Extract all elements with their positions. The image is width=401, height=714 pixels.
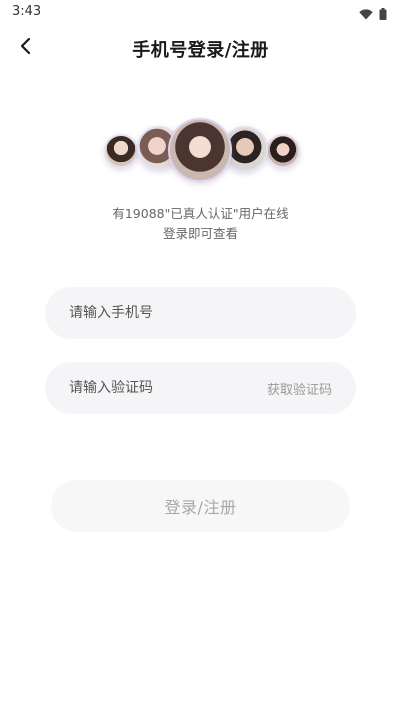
avatar bbox=[104, 134, 138, 168]
status-bar: 3:43 bbox=[0, 0, 401, 24]
online-users-count-text: 有19088"已真人认证"用户在线 bbox=[112, 206, 289, 221]
avatar bbox=[168, 118, 232, 182]
get-code-button[interactable]: 获取验证码 bbox=[267, 379, 332, 398]
status-icons bbox=[359, 5, 387, 24]
verification-code-input[interactable] bbox=[69, 380, 259, 396]
login-register-button[interactable]: 登录/注册 bbox=[51, 480, 350, 532]
login-screen: 3:43 手机号登录/注册 有19088"已真人认证"用户在线 登录即可查看 请… bbox=[0, 0, 401, 714]
wifi-icon bbox=[359, 5, 373, 24]
phone-input[interactable] bbox=[69, 305, 332, 321]
battery-icon bbox=[379, 5, 387, 24]
login-to-view-text: 登录即可查看 bbox=[162, 226, 238, 241]
online-users-info: 有19088"已真人认证"用户在线 登录即可查看 bbox=[0, 204, 401, 244]
avatar bbox=[266, 134, 300, 168]
phone-field[interactable] bbox=[45, 287, 356, 339]
header: 手机号登录/注册 bbox=[0, 28, 401, 68]
avatar-cluster bbox=[0, 112, 401, 192]
code-field[interactable]: 获取验证码 bbox=[45, 362, 356, 414]
page-title: 手机号登录/注册 bbox=[132, 40, 269, 61]
status-time: 3:43 bbox=[12, 4, 42, 19]
